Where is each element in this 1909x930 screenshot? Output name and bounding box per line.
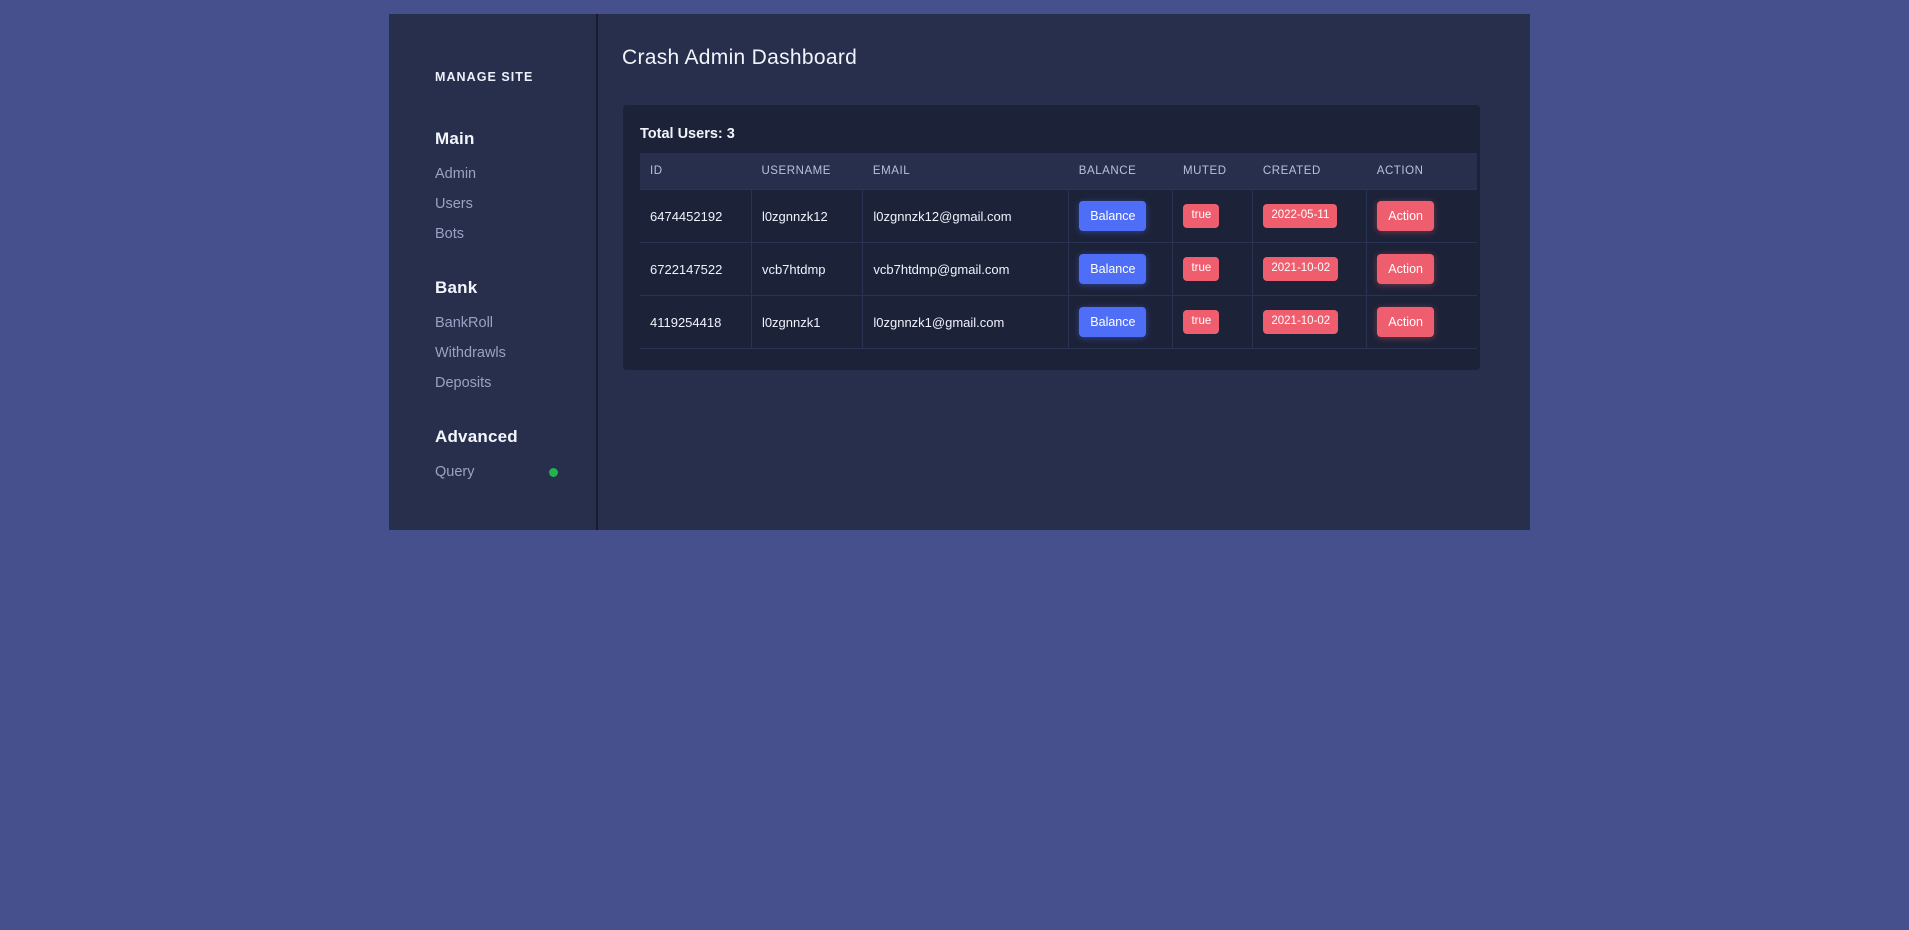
table-header: ID USERNAME EMAIL BALANCE MUTED CREATED … [640,153,1477,190]
sidebar-item-query[interactable]: Query [435,457,580,487]
table-header-row: ID USERNAME EMAIL BALANCE MUTED CREATED … [640,153,1477,190]
cell-created: 2022-05-11 [1253,190,1367,243]
admin-dashboard-window: MANAGE SITE Main Admin Users Bots Bank B… [389,14,1530,530]
muted-badge: true [1183,257,1219,281]
action-button[interactable]: Action [1377,201,1434,232]
cell-username: l0zgnnzk1 [751,296,862,349]
status-dot-icon [549,468,558,477]
column-header-username[interactable]: USERNAME [751,153,862,190]
table-row: 6474452192 l0zgnnzk12 l0zgnnzk12@gmail.c… [640,190,1477,243]
sidebar-section-title: Bank [435,275,580,301]
users-table: ID USERNAME EMAIL BALANCE MUTED CREATED … [640,153,1477,349]
muted-badge: true [1183,310,1219,334]
sidebar-item-admin[interactable]: Admin [435,159,580,189]
cell-email: l0zgnnzk1@gmail.com [863,296,1069,349]
column-header-action[interactable]: ACTION [1367,153,1477,190]
sidebar-section-bank: Bank BankRoll Withdrawls Deposits [435,275,580,398]
cell-balance: Balance [1069,296,1173,349]
cell-action: Action [1367,243,1477,296]
balance-button[interactable]: Balance [1079,201,1146,232]
cell-action: Action [1367,190,1477,243]
cell-id: 4119254418 [640,296,751,349]
created-badge: 2022-05-11 [1263,204,1337,228]
cell-muted: true [1173,190,1253,243]
cell-created: 2021-10-02 [1253,296,1367,349]
column-header-id[interactable]: ID [640,153,751,190]
cell-muted: true [1173,243,1253,296]
sidebar-item-withdrawls[interactable]: Withdrawls [435,338,580,368]
main-content: Crash Admin Dashboard Total Users: 3 ID … [598,14,1530,530]
column-header-balance[interactable]: BALANCE [1069,153,1173,190]
cell-username: l0zgnnzk12 [751,190,862,243]
created-badge: 2021-10-02 [1263,257,1338,281]
column-header-muted[interactable]: MUTED [1173,153,1253,190]
cell-username: vcb7htdmp [751,243,862,296]
table-row: 6722147522 vcb7htdmp vcb7htdmp@gmail.com… [640,243,1477,296]
column-header-created[interactable]: CREATED [1253,153,1367,190]
sidebar: MANAGE SITE Main Admin Users Bots Bank B… [389,14,598,530]
table-body: 6474452192 l0zgnnzk12 l0zgnnzk12@gmail.c… [640,190,1477,349]
sidebar-section-main: Main Admin Users Bots [435,126,580,249]
sidebar-item-users[interactable]: Users [435,189,580,219]
sidebar-brand: MANAGE SITE [435,70,533,84]
cell-balance: Balance [1069,190,1173,243]
column-header-email[interactable]: EMAIL [863,153,1069,190]
sidebar-item-bots[interactable]: Bots [435,219,580,249]
balance-button[interactable]: Balance [1079,254,1146,285]
page-title: Crash Admin Dashboard [622,46,857,70]
cell-id: 6722147522 [640,243,751,296]
sidebar-item-bankroll[interactable]: BankRoll [435,308,580,338]
cell-muted: true [1173,296,1253,349]
users-card: Total Users: 3 ID USERNAME EMAIL BALANCE… [623,105,1480,370]
balance-button[interactable]: Balance [1079,307,1146,338]
cell-email: l0zgnnzk12@gmail.com [863,190,1069,243]
cell-action: Action [1367,296,1477,349]
sidebar-item-label: Query [435,464,475,480]
cell-balance: Balance [1069,243,1173,296]
muted-badge: true [1183,204,1219,228]
cell-email: vcb7htdmp@gmail.com [863,243,1069,296]
sidebar-section-title: Advanced [435,424,580,450]
sidebar-section-title: Main [435,126,580,152]
action-button[interactable]: Action [1377,307,1434,338]
total-users-label: Total Users: 3 [640,126,735,142]
cell-id: 6474452192 [640,190,751,243]
sidebar-section-advanced: Advanced Query [435,424,580,487]
table-row: 4119254418 l0zgnnzk1 l0zgnnzk1@gmail.com… [640,296,1477,349]
sidebar-item-deposits[interactable]: Deposits [435,368,580,398]
cell-created: 2021-10-02 [1253,243,1367,296]
action-button[interactable]: Action [1377,254,1434,285]
created-badge: 2021-10-02 [1263,310,1338,334]
